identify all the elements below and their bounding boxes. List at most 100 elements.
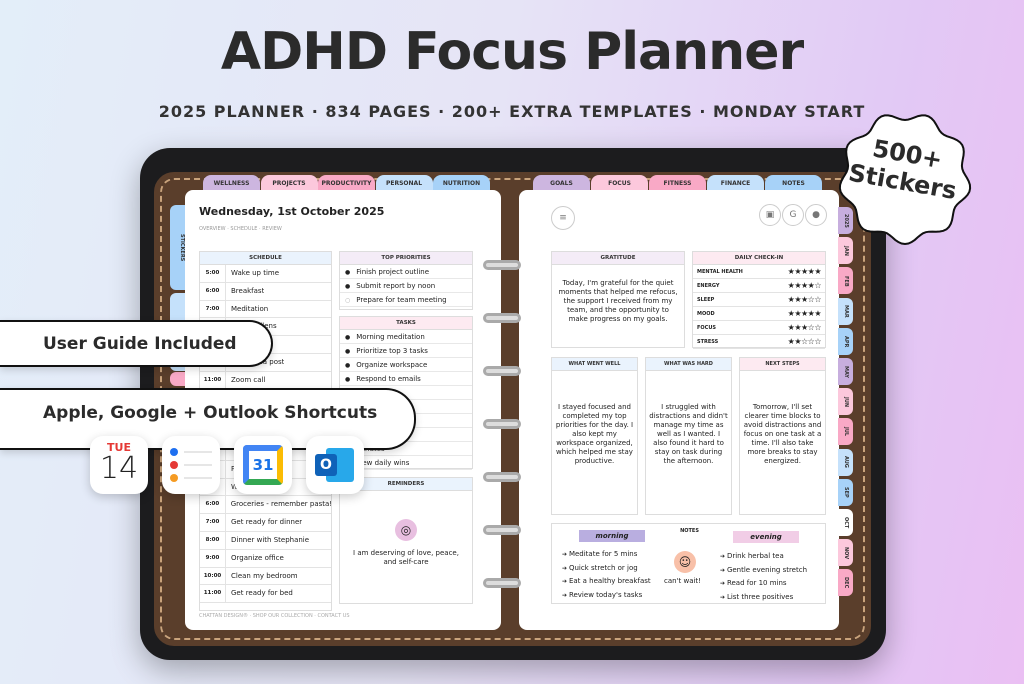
apple-reminders-icon bbox=[162, 436, 220, 494]
star-rating[interactable]: ★★★★★ bbox=[788, 307, 822, 320]
schedule-row[interactable]: 6:00 Groceries - remember pasta! bbox=[200, 496, 331, 515]
schedule-row[interactable]: 5:00 Wake up time bbox=[200, 265, 331, 283]
google-calendar-icon: 31 bbox=[234, 436, 292, 494]
binder-ring bbox=[483, 419, 521, 429]
checkin-card: DAILY CHECK-IN MENTAL HEALTH ★★★★★ ENERGY ★… bbox=[692, 251, 826, 349]
binder-ring bbox=[483, 578, 521, 588]
next-steps-card: NEXT STEPS Tomorrow, I'll set clearer ti… bbox=[739, 357, 826, 515]
star-rating[interactable]: ★★☆☆☆ bbox=[788, 335, 822, 348]
checkin-label: SLEEP bbox=[697, 297, 715, 303]
breadcrumb[interactable]: OVERVIEW · SCHEDULE · REVIEW bbox=[199, 226, 282, 232]
month-tab-jul[interactable]: JUL bbox=[838, 418, 853, 446]
task-item[interactable]: Morning meditation bbox=[340, 330, 472, 344]
schedule-entry[interactable]: Wake up time bbox=[226, 265, 279, 282]
schedule-entry[interactable]: Meditation bbox=[226, 301, 268, 318]
outlook-shortcut-icon[interactable]: ▣ bbox=[759, 204, 781, 226]
page-date: Wednesday, 1st October 2025 bbox=[199, 205, 385, 218]
was-hard-header: WHAT WAS HARD bbox=[646, 358, 731, 371]
month-tab-mar[interactable]: MAR bbox=[838, 297, 853, 325]
evening-note: Read for 10 mins bbox=[720, 577, 807, 591]
checkin-label: ENERGY bbox=[697, 283, 720, 289]
schedule-row[interactable]: 11:00 Get ready for bed bbox=[200, 585, 331, 604]
evening-note: Drink herbal tea bbox=[720, 550, 807, 564]
binder-ring bbox=[483, 366, 521, 376]
went-well-text: I stayed focused and completed my top pr… bbox=[555, 403, 634, 465]
schedule-time: 7:00 bbox=[200, 514, 226, 531]
google-calendar-date: 31 bbox=[243, 445, 283, 485]
notes-card: NOTES morning evening Meditate for 5 min… bbox=[551, 523, 826, 604]
schedule-entry[interactable]: Clean my bedroom bbox=[226, 568, 298, 585]
morning-note: Meditate for 5 mins bbox=[562, 548, 651, 562]
star-rating[interactable]: ★★★☆☆ bbox=[788, 321, 822, 334]
checkin-row: FOCUS ★★★☆☆ bbox=[693, 321, 825, 335]
menu-icon[interactable]: ≡ bbox=[551, 206, 575, 230]
schedule-time: 5:00 bbox=[200, 265, 226, 282]
page-footer[interactable]: CHATTAN DESIGN® · SHOP OUR COLLECTION · … bbox=[199, 613, 350, 619]
checkin-label: MENTAL HEALTH bbox=[697, 269, 743, 275]
schedule-time: 11:00 bbox=[200, 371, 226, 389]
task-item[interactable]: Respond to emails bbox=[340, 372, 472, 386]
task-item[interactable]: Prioritize top 3 tasks bbox=[340, 344, 472, 358]
schedule-row[interactable]: 11:00 Zoom call bbox=[200, 371, 331, 390]
morning-note: Eat a healthy breakfast bbox=[562, 575, 651, 589]
month-tab-jun[interactable]: JUN bbox=[838, 388, 853, 416]
binder-ring bbox=[483, 472, 521, 482]
schedule-row[interactable]: 8:00 Dinner with Stephanie bbox=[200, 531, 331, 550]
checkin-row: STRESS ★★☆☆☆ bbox=[693, 335, 825, 349]
side-tab-stickers[interactable]: STICKERS bbox=[170, 205, 185, 290]
month-tab-sep[interactable]: SEP bbox=[838, 478, 853, 506]
month-tab-apr[interactable]: APR bbox=[838, 327, 853, 355]
schedule-row[interactable]: 10:00 Clean my bedroom bbox=[200, 567, 331, 586]
priority-item[interactable]: Prepare for team meeting bbox=[340, 293, 472, 307]
calendar-date: 14 bbox=[99, 451, 139, 486]
gratitude-card: GRATITUDE Today, I'm grateful for the qu… bbox=[551, 251, 685, 348]
smiley-sticker-icon: ☺ bbox=[674, 551, 696, 573]
star-rating[interactable]: ★★★★★ bbox=[788, 265, 822, 278]
binder-ring bbox=[483, 525, 521, 535]
schedule-row[interactable]: 7:00 Meditation bbox=[200, 300, 331, 319]
task-item[interactable]: Organize workspace bbox=[340, 358, 472, 372]
evening-note: List three positives bbox=[720, 591, 807, 605]
gratitude-text: Today, I'm grateful for the quiet moment… bbox=[558, 279, 678, 323]
binder-ring bbox=[483, 260, 521, 270]
priorities-card: TOP PRIORITIES Finish project outlineSub… bbox=[339, 251, 473, 310]
star-rating[interactable]: ★★★☆☆ bbox=[788, 293, 822, 306]
schedule-time: 10:00 bbox=[200, 567, 226, 585]
schedule-entry[interactable]: Groceries - remember pasta! bbox=[226, 496, 331, 513]
schedule-time: 8:00 bbox=[200, 531, 226, 549]
was-hard-card: WHAT WAS HARD I struggled with distracti… bbox=[645, 357, 732, 515]
schedule-time: 6:00 bbox=[200, 496, 226, 514]
gratitude-header: GRATITUDE bbox=[552, 252, 684, 265]
morning-note: Quick stretch or jog bbox=[562, 562, 651, 576]
apple-shortcut-icon[interactable]: ● bbox=[805, 204, 827, 226]
schedule-row[interactable]: 9:00 Organize office bbox=[200, 549, 331, 568]
priority-item[interactable]: Finish project outline bbox=[340, 265, 472, 279]
checkin-label: FOCUS bbox=[697, 325, 716, 331]
month-tab-may[interactable]: MAY bbox=[838, 358, 853, 385]
priority-item[interactable]: Submit report by noon bbox=[340, 279, 472, 293]
side-tab-extra[interactable] bbox=[170, 372, 185, 386]
schedule-entry[interactable]: Breakfast bbox=[226, 283, 264, 300]
month-tab-dec[interactable]: DEC bbox=[838, 569, 853, 597]
schedule-entry[interactable]: Get ready for bed bbox=[226, 585, 293, 602]
checkin-row: SLEEP ★★★☆☆ bbox=[693, 293, 825, 307]
schedule-entry[interactable]: Organize office bbox=[226, 550, 284, 567]
schedule-entry[interactable]: Get ready for dinner bbox=[226, 514, 302, 531]
month-tab-oct[interactable]: OCT bbox=[838, 509, 853, 536]
checkin-row: MENTAL HEALTH ★★★★★ bbox=[693, 265, 825, 279]
schedule-entry[interactable]: Zoom call bbox=[226, 372, 265, 389]
google-shortcut-icon[interactable]: G bbox=[782, 204, 804, 226]
schedule-row[interactable]: 7:00 Get ready for dinner bbox=[200, 514, 331, 532]
month-tab-aug[interactable]: AUG bbox=[838, 448, 853, 476]
schedule-entry[interactable]: Dinner with Stephanie bbox=[226, 532, 309, 549]
month-tab-feb[interactable]: FEB bbox=[838, 267, 853, 295]
month-tab-nov[interactable]: NOV bbox=[838, 539, 853, 567]
checkin-row: MOOD ★★★★★ bbox=[693, 307, 825, 321]
outlook-icon: O bbox=[306, 436, 364, 494]
user-guide-callout: User Guide Included bbox=[0, 320, 273, 367]
checkin-label: STRESS bbox=[697, 339, 719, 345]
binder-ring bbox=[483, 313, 521, 323]
star-rating[interactable]: ★★★★☆ bbox=[788, 279, 822, 292]
sticker-text: can't wait! bbox=[664, 577, 701, 585]
schedule-row[interactable]: 6:00 Breakfast bbox=[200, 282, 331, 301]
